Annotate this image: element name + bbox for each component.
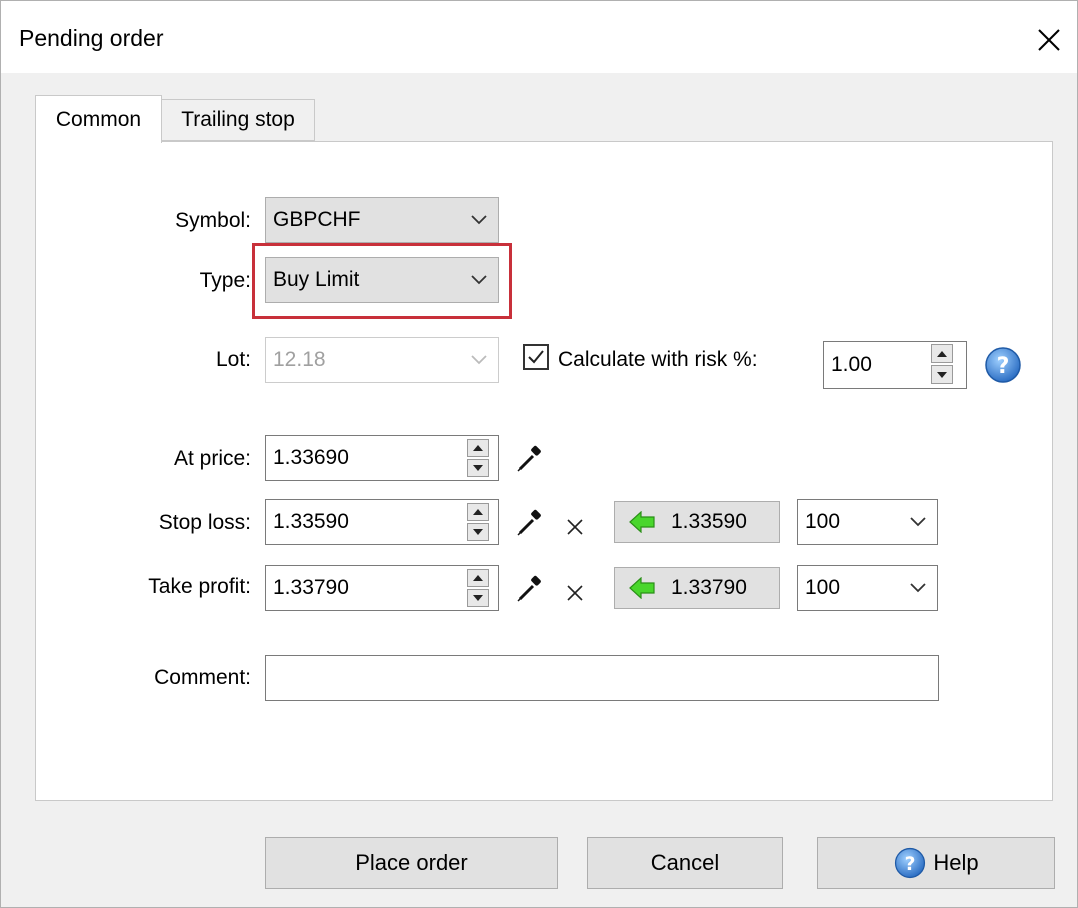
spin-down-button[interactable] [931,365,953,384]
stop-loss-points-value: 100 [805,510,841,533]
window-title: Pending order [19,25,164,51]
spin-up-button[interactable] [467,439,489,457]
comment-input[interactable] [265,655,939,701]
pending-order-dialog: Pending order Common Trailing stop Symbo… [0,0,1078,908]
comment-label: Comment: [154,666,251,689]
eyedropper-icon[interactable] [515,574,545,604]
take-profit-input[interactable]: 1.33790 [265,565,499,611]
chevron-down-icon [471,355,487,365]
chevron-down-icon [910,583,926,593]
spin-down-icon [937,371,947,378]
risk-percent-value: 1.00 [831,353,872,376]
eyedropper-icon[interactable] [515,508,545,538]
spin-down-icon [473,529,483,535]
risk-label: Calculate with risk %: [558,348,758,371]
left-arrow-icon [629,577,655,599]
title-bar: Pending order [1,1,1077,73]
close-button[interactable] [1021,15,1077,65]
type-label: Type: [199,269,251,292]
take-profit-spinner [467,569,489,607]
close-icon [1038,29,1060,51]
symbol-value: GBPCHF [273,208,361,231]
clear-x-icon[interactable] [566,518,584,536]
cancel-label: Cancel [650,850,720,875]
chevron-down-icon [910,517,926,527]
take-profit-label: Take profit: [148,575,251,598]
symbol-label: Symbol: [175,209,251,232]
svg-text:?: ? [997,354,1010,379]
spin-down-button[interactable] [467,523,489,541]
tab-common[interactable]: Common [35,95,162,143]
stop-loss-price-value: 1.33590 [671,510,747,533]
svg-text:?: ? [905,854,916,875]
spin-up-icon [937,350,947,357]
place-order-button[interactable]: Place order [265,837,558,889]
chevron-down-icon [471,215,487,225]
take-profit-price-button[interactable]: 1.33790 [614,567,780,609]
at-price-value: 1.33690 [273,446,349,469]
stop-loss-input[interactable]: 1.33590 [265,499,499,545]
spin-down-button[interactable] [467,589,489,607]
help-button[interactable]: ? Help [817,837,1055,889]
spin-up-button[interactable] [467,569,489,587]
help-icon: ? [895,847,926,879]
type-highlight-box [252,243,512,319]
place-order-label: Place order [355,850,468,875]
spin-up-icon [473,509,483,515]
at-price-spinner [467,439,489,477]
eyedropper-icon[interactable] [515,444,545,474]
take-profit-points-value: 100 [805,576,841,599]
lot-select[interactable]: 12.18 [265,337,499,383]
spin-down-icon [473,595,483,601]
checkmark-icon [528,350,544,364]
stop-loss-label: Stop loss: [158,511,251,534]
stop-loss-spinner [467,503,489,541]
at-price-input[interactable]: 1.33690 [265,435,499,481]
spin-up-icon [473,575,483,581]
lot-value: 12.18 [273,348,326,371]
spin-up-button[interactable] [467,503,489,521]
left-arrow-icon [629,511,655,533]
clear-x-icon[interactable] [566,584,584,602]
at-price-label: At price: [173,447,251,470]
take-profit-price-value: 1.33790 [671,576,747,599]
risk-checkbox[interactable] [523,344,549,370]
take-profit-points-select[interactable]: 100 [797,565,938,611]
stop-loss-value: 1.33590 [273,510,349,533]
stop-loss-price-button[interactable]: 1.33590 [614,501,780,543]
help-label: Help [933,850,979,875]
tab-common-label: Common [55,107,142,131]
risk-spinner [931,344,953,384]
spin-down-icon [473,465,483,471]
spin-down-button[interactable] [467,459,489,477]
spin-up-button[interactable] [931,344,953,363]
tab-trailing-stop-label: Trailing stop [181,108,295,131]
tab-trailing-stop[interactable]: Trailing stop [161,99,315,141]
lot-label: Lot: [215,348,251,371]
spin-up-icon [473,445,483,451]
cancel-button[interactable]: Cancel [587,837,783,889]
take-profit-value: 1.33790 [273,576,349,599]
symbol-select[interactable]: GBPCHF [265,197,499,243]
stop-loss-points-select[interactable]: 100 [797,499,938,545]
help-icon[interactable]: ? [983,345,1023,385]
